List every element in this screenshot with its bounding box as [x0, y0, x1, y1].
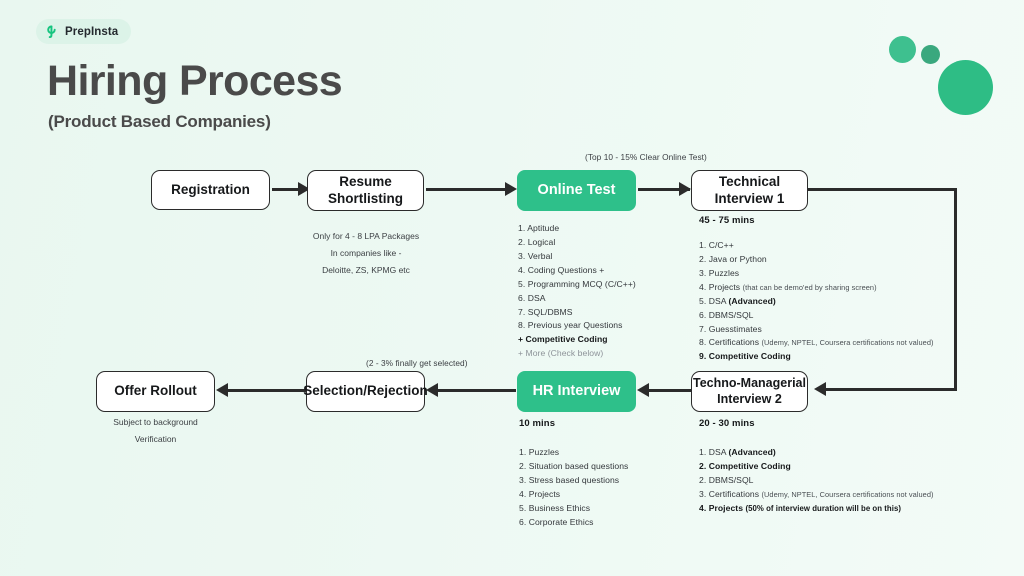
detail-list-hr-interview: 1. Puzzles 2. Situation based questions 3.… [519, 446, 628, 530]
list-item: 6. Corporate Ethics [519, 516, 594, 527]
list-item: 4. Projects (that can be demo'ed by shar… [699, 281, 877, 292]
node-technical-interview-1[interactable]: Technical Interview 1 [691, 170, 808, 211]
edge-wrap-bottom [826, 388, 957, 391]
caption-resume-shortlisting: Only for 4 - 8 LPA Packages In companies… [298, 228, 434, 279]
node-techno-managerial-interview-2[interactable]: Techno-Managerial Interview 2 [691, 371, 808, 412]
duration-techno-managerial-interview-2: 20 - 30 mins [699, 418, 755, 429]
detail-list-technical-interview-1: 1. C/C++ 2. Java or Python 3. Puzzles 4. Pr… [699, 239, 934, 364]
list-item: 4. Projects (50% of interview duration w… [699, 502, 901, 513]
brand-name: PrepInsta [65, 25, 119, 38]
list-item: 2. DBMS/SQL [699, 474, 754, 485]
caption-line-3: Deloitte, ZS, KPMG etc [322, 265, 410, 275]
caption-line-1: Subject to background [113, 417, 198, 427]
duration-technical-interview-1: 45 - 75 mins [699, 215, 755, 226]
detail-list-online-test: 1. Aptitude 2. Logical 3. Verbal 4. Coding … [518, 222, 636, 361]
list-item: 4. Projects [519, 488, 561, 499]
list-item: 8. Previous year Questions [518, 320, 623, 331]
list-item: 3. Puzzles [699, 267, 740, 278]
decorative-circle-small [889, 36, 916, 63]
annotation-online-test-clear-rate: (Top 10 - 15% Clear Online Test) [585, 152, 707, 162]
list-item: 1. C/C++ [699, 240, 734, 250]
arrowhead-hr-to-selection [426, 383, 438, 397]
list-item: 3. Verbal [518, 250, 553, 261]
list-item: 9. Competitive Coding [699, 351, 791, 362]
list-item: + More (Check below) [518, 348, 604, 359]
node-resume-shortlisting[interactable]: Resume Shortlisting [307, 170, 424, 211]
list-item: 2. Competitive Coding [699, 460, 791, 471]
page-title: Hiring Process [47, 57, 343, 105]
list-item: 2. Situation based questions [519, 460, 629, 471]
list-item: 7. SQL/DBMS [518, 306, 573, 317]
list-item: 6. DBMS/SQL [699, 309, 754, 320]
node-offer-rollout[interactable]: Offer Rollout [96, 371, 215, 412]
node-registration[interactable]: Registration [151, 170, 270, 210]
node-selection-rejection[interactable]: Selection/Rejection [303, 371, 428, 412]
list-item: 7. Guesstimates [699, 323, 762, 334]
arrowhead-wrap-to-techno-managerial [814, 382, 826, 396]
edge-hr-to-selection [438, 389, 516, 392]
page-subtitle: (Product Based Companies) [48, 112, 271, 131]
list-item: 2. Logical [518, 236, 556, 247]
duration-hr-interview: 10 mins [519, 418, 556, 429]
list-item: 2. Java or Python [699, 253, 767, 264]
decorative-circle-large [938, 60, 993, 115]
caption-offer-rollout: Subject to background Verification [86, 414, 225, 447]
list-item: 1. Aptitude [518, 223, 560, 233]
detail-list-techno-managerial-interview-2: 1. DSA (Advanced) 2. Competitive Coding 2.… [699, 446, 934, 516]
list-item: 5. Programming MCQ (C/C++) [518, 278, 636, 289]
list-item: 8. Certifications (Udemy, NPTEL, Courser… [699, 337, 934, 348]
list-item: 5. DSA (Advanced) [699, 295, 776, 306]
list-item: + Competitive Coding [518, 334, 608, 345]
diagram-canvas: PrepInsta Hiring Process (Product Based … [0, 0, 1024, 576]
annotation-selection-rate: (2 - 3% finally get selected) [366, 358, 468, 368]
edge-selection-to-offer [228, 389, 308, 392]
edge-techno-managerial-to-hr [648, 389, 692, 392]
caption-line-2: In companies like - [330, 248, 402, 258]
arrowhead-techno-managerial-to-hr [637, 383, 649, 397]
node-online-test[interactable]: Online Test [517, 170, 636, 211]
edge-resume-to-online-test [426, 188, 512, 191]
edge-wrap-top [808, 188, 957, 191]
brand-logo-badge[interactable]: PrepInsta [36, 19, 132, 44]
decorative-circle-tiny [921, 45, 940, 64]
arrowhead-selection-to-offer [216, 383, 228, 397]
list-item: 5. Business Ethics [519, 502, 591, 513]
edge-wrap-vertical [954, 188, 957, 390]
list-item: 4. Coding Questions + [518, 264, 605, 275]
caption-line-2: Verification [134, 433, 177, 444]
node-hr-interview[interactable]: HR Interview [517, 371, 636, 412]
list-item: 6. DSA [518, 292, 546, 303]
list-item: 1. Puzzles [519, 447, 560, 457]
list-item: 1. DSA (Advanced) [699, 447, 776, 457]
caption-line-1: Only for 4 - 8 LPA Packages [312, 231, 420, 241]
arrowhead-online-test-to-technical-1 [679, 182, 691, 196]
list-item: 3. Stress based questions [519, 474, 620, 485]
arrowhead-resume-to-online-test [505, 182, 517, 196]
prepinsta-p-logo-icon [45, 24, 60, 39]
list-item: 3. Certifications (Udemy, NPTEL, Courser… [699, 488, 934, 499]
